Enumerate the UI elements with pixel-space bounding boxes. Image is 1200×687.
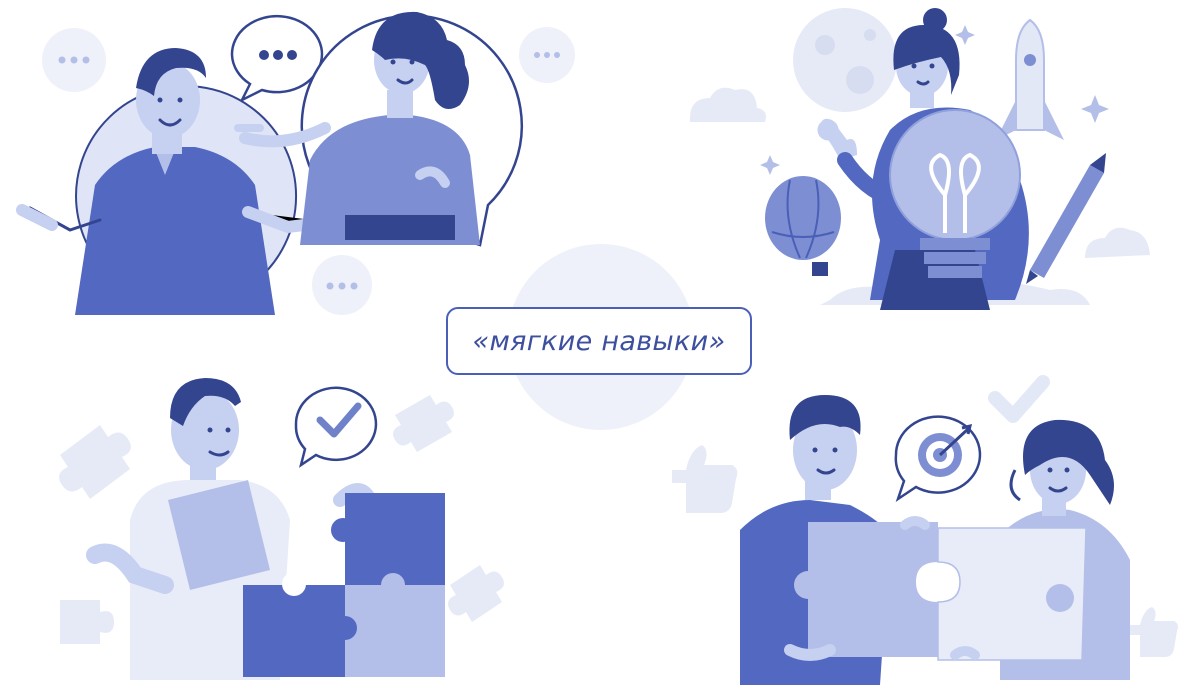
rocket-icon [996, 18, 1064, 140]
cloud-right [1085, 227, 1150, 258]
moon-icon [793, 8, 897, 112]
checkmark-bubble [294, 386, 378, 468]
soft-skills-label: «мягкие навыки» [446, 307, 752, 375]
big-puzzle [794, 522, 1087, 661]
ok-hand-icon [817, 118, 857, 160]
hot-air-balloon-icon [765, 176, 841, 276]
pencil-icon [1026, 153, 1106, 284]
problem-solving-scene [59, 378, 504, 680]
checkmark-icon [988, 375, 1050, 423]
teamwork-scene [672, 375, 1178, 685]
conversation-scene [16, 11, 575, 315]
cloud-left [690, 87, 766, 122]
creativity-scene [690, 8, 1150, 310]
target-bubble [894, 415, 982, 503]
ellipsis-icon [58, 56, 90, 64]
